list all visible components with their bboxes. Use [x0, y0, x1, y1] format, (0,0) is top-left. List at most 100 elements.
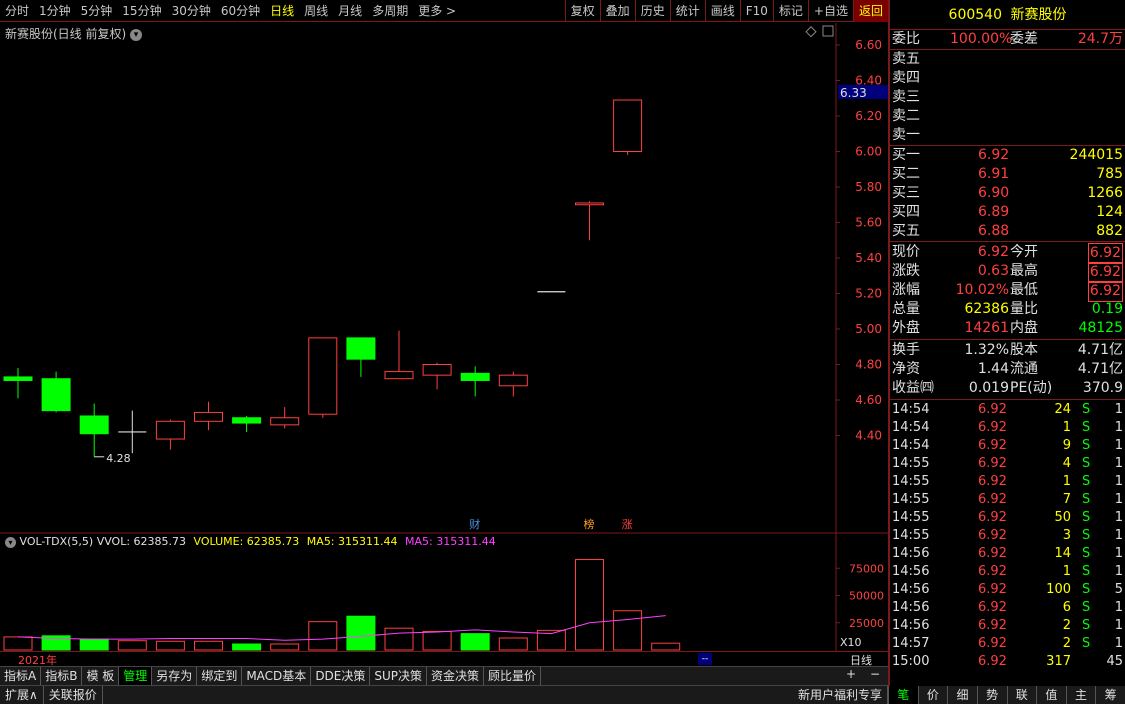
indicator-tab-7[interactable]: DDE决策: [311, 667, 371, 685]
period-9[interactable]: 多周期: [367, 0, 413, 22]
tick-count: 45: [1106, 654, 1123, 669]
volume-bar[interactable]: [460, 633, 490, 651]
diamond-icon[interactable]: [805, 26, 817, 38]
indicator-tab-8[interactable]: SUP决策: [370, 667, 428, 685]
sell-level-row: 卖一: [892, 126, 1125, 145]
period-0[interactable]: 分时: [0, 0, 34, 22]
volume-bar[interactable]: [651, 642, 681, 651]
tool-button-8[interactable]: 返回: [852, 0, 888, 22]
price-tick-label: 4.80: [855, 358, 882, 372]
quote-tab-6[interactable]: 主: [1065, 686, 1096, 704]
candle[interactable]: [308, 337, 338, 418]
candle[interactable]: [118, 410, 147, 454]
indicator-tab-1[interactable]: 指标B: [41, 667, 83, 685]
volume-bar[interactable]: [155, 640, 185, 651]
indicator-tab-0[interactable]: 指标A: [0, 667, 42, 685]
scroll-marker[interactable]: --: [698, 653, 712, 665]
candle[interactable]: [613, 99, 643, 156]
tool-button-4[interactable]: 画线: [704, 0, 740, 22]
tick-volume: 50: [1054, 510, 1071, 525]
period-5[interactable]: 60分钟: [216, 0, 265, 22]
tick-time: 14:56: [892, 564, 930, 579]
tick-volume: 1: [1062, 420, 1071, 435]
volume-bar[interactable]: [270, 643, 300, 651]
candle[interactable]: [41, 371, 71, 413]
candle[interactable]: [384, 330, 414, 380]
period-1[interactable]: 1分钟: [34, 0, 76, 22]
volume-bar[interactable]: [498, 637, 528, 651]
volume-bar[interactable]: [79, 638, 109, 651]
volume-bar[interactable]: [194, 640, 223, 651]
related-quote-button[interactable]: 关联报价: [44, 686, 103, 704]
candle[interactable]: [155, 419, 185, 450]
indicator-tab-5[interactable]: 绑定到: [197, 667, 243, 685]
period-8[interactable]: 月线: [333, 0, 367, 22]
volume-bar[interactable]: [346, 615, 376, 651]
candle[interactable]: [498, 371, 528, 397]
period-7[interactable]: 周线: [299, 0, 333, 22]
candle[interactable]: [194, 401, 223, 431]
volume-tick-label: 25000: [849, 617, 884, 630]
quote-tab-1[interactable]: 价: [917, 686, 948, 704]
candle[interactable]: [422, 362, 452, 390]
expand-button[interactable]: 扩展∧: [0, 686, 44, 704]
tool-button-5[interactable]: F10: [739, 0, 773, 22]
period-10[interactable]: 更多 >: [413, 0, 461, 22]
tool-button-1[interactable]: 叠加: [599, 0, 635, 22]
tool-button-7[interactable]: +自选: [807, 0, 853, 22]
chevron-down-icon[interactable]: ▾: [130, 28, 143, 41]
candle[interactable]: [3, 368, 33, 399]
period-6[interactable]: 日线: [265, 0, 299, 22]
tick-price: 6.92: [978, 510, 1007, 525]
volume-bar[interactable]: [422, 630, 452, 651]
zoom-in-button[interactable]: +: [846, 667, 856, 681]
volume-bar[interactable]: [384, 627, 414, 651]
fundamental-row: 收益㈣ 0.019 PE(动) 370.9: [892, 379, 1125, 398]
indicator-tab-2[interactable]: 模 板: [82, 667, 120, 685]
promo-link[interactable]: 新用户福利专享: [793, 686, 888, 704]
event-marker[interactable]: 财: [469, 517, 480, 531]
zoom-out-button[interactable]: −: [870, 667, 880, 681]
chevron-down-icon[interactable]: ▾: [5, 537, 16, 548]
indicator-tab-9[interactable]: 资金决策: [427, 667, 485, 685]
tick-side: S: [1082, 618, 1091, 633]
period-2[interactable]: 5分钟: [76, 0, 118, 22]
candle[interactable]: [79, 403, 109, 457]
quote-tab-0[interactable]: 笔: [888, 686, 918, 704]
period-3[interactable]: 15分钟: [117, 0, 166, 22]
kline-chart-area[interactable]: 6.806.606.406.206.005.805.605.405.205.00…: [0, 23, 888, 651]
candle[interactable]: [575, 201, 604, 241]
maximize-icon[interactable]: [822, 25, 834, 37]
volume-bar[interactable]: [117, 640, 147, 651]
tick-side: S: [1082, 402, 1091, 417]
period-4[interactable]: 30分钟: [167, 0, 216, 22]
quote-tab-5[interactable]: 值: [1036, 686, 1066, 704]
indicator-tab-4[interactable]: 另存为: [152, 667, 198, 685]
indicator-tab-10[interactable]: 顾比量价: [484, 667, 542, 685]
volume-bar[interactable]: [613, 610, 643, 651]
volume-bar[interactable]: [308, 621, 338, 651]
quote-tab-7[interactable]: 筹: [1095, 686, 1125, 704]
quote-tab-3[interactable]: 势: [976, 686, 1007, 704]
candle[interactable]: [346, 337, 376, 377]
price-tick-label: 6.00: [855, 145, 882, 159]
event-marker[interactable]: 榜: [584, 517, 595, 531]
volume-bar[interactable]: [575, 559, 604, 651]
indicator-tab-3[interactable]: 管理: [119, 667, 153, 685]
volume-bar[interactable]: [3, 636, 33, 651]
tick-count: 1: [1114, 636, 1123, 651]
indicator-tab-6[interactable]: MACD基本: [242, 667, 312, 685]
candle[interactable]: [460, 366, 490, 397]
tool-button-0[interactable]: 复权: [564, 0, 600, 22]
volume-bar[interactable]: [232, 643, 262, 651]
quote-tab-2[interactable]: 细: [947, 686, 977, 704]
quote-tab-4[interactable]: 联: [1006, 686, 1037, 704]
candle[interactable]: [232, 415, 262, 432]
tick-row: 14:55 6.92 3 S 1: [892, 527, 1125, 545]
candle[interactable]: [270, 407, 300, 429]
kline-chart[interactable]: 6.806.606.406.206.005.805.605.405.205.00…: [0, 23, 888, 651]
tool-button-3[interactable]: 统计: [669, 0, 705, 22]
tool-button-2[interactable]: 历史: [634, 0, 670, 22]
event-marker[interactable]: 涨: [622, 518, 633, 531]
tool-button-6[interactable]: 标记: [772, 0, 808, 22]
